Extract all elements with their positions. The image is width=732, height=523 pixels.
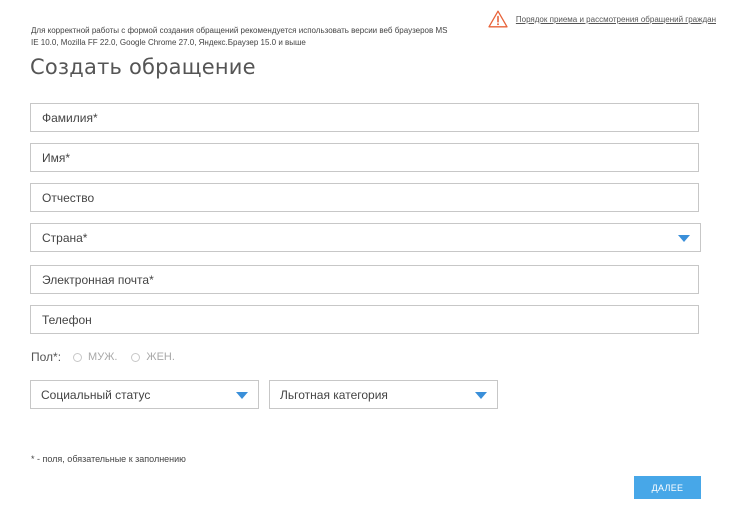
social-status-select[interactable]: Социальный статус bbox=[30, 380, 259, 409]
gender-label: Пол*: bbox=[31, 350, 62, 364]
chevron-down-icon bbox=[236, 392, 248, 399]
gender-female-option[interactable]: ЖЕН. bbox=[131, 351, 175, 363]
patronymic-field[interactable]: Отчество bbox=[30, 183, 699, 212]
page-title: Создать обращение bbox=[30, 55, 256, 79]
browser-requirements-note: Для корректной работы с формой создания … bbox=[31, 26, 448, 47]
benefit-category-select[interactable]: Льготная категория bbox=[269, 380, 498, 409]
gender-male-option[interactable]: МУЖ. bbox=[73, 351, 117, 363]
country-placeholder: Страна* bbox=[42, 230, 88, 245]
last-name-field[interactable]: Фамилия* bbox=[30, 103, 699, 132]
email-placeholder: Электронная почта* bbox=[42, 272, 154, 287]
radio-male[interactable] bbox=[73, 352, 83, 362]
benefit-category-placeholder: Льготная категория bbox=[280, 387, 388, 402]
required-fields-note: * - поля, обязательные к заполнению bbox=[31, 454, 186, 464]
next-button[interactable]: ДАЛЕЕ bbox=[634, 476, 701, 499]
gender-group: Пол*: МУЖ. ЖЕН. bbox=[31, 350, 189, 364]
first-name-placeholder: Имя* bbox=[42, 150, 71, 165]
radio-female[interactable] bbox=[131, 352, 141, 362]
phone-field[interactable]: Телефон bbox=[30, 305, 699, 334]
email-field[interactable]: Электронная почта* bbox=[30, 265, 699, 294]
social-status-placeholder: Социальный статус bbox=[41, 387, 151, 402]
gender-male-label: МУЖ. bbox=[88, 351, 118, 363]
gender-female-label: ЖЕН. bbox=[146, 351, 175, 363]
patronymic-placeholder: Отчество bbox=[42, 190, 95, 205]
last-name-placeholder: Фамилия* bbox=[42, 110, 98, 125]
chevron-down-icon bbox=[475, 392, 487, 399]
procedure-link-block[interactable]: Порядок приема и рассмотрения обращений … bbox=[488, 10, 716, 28]
chevron-down-icon bbox=[678, 235, 690, 242]
country-select[interactable]: Страна* bbox=[30, 223, 701, 252]
create-appeal-page: Для корректной работы с формой создания … bbox=[0, 0, 732, 523]
procedure-link[interactable]: Порядок приема и рассмотрения обращений … bbox=[516, 15, 716, 24]
phone-placeholder: Телефон bbox=[42, 312, 92, 327]
warning-icon bbox=[488, 10, 508, 28]
first-name-field[interactable]: Имя* bbox=[30, 143, 699, 172]
